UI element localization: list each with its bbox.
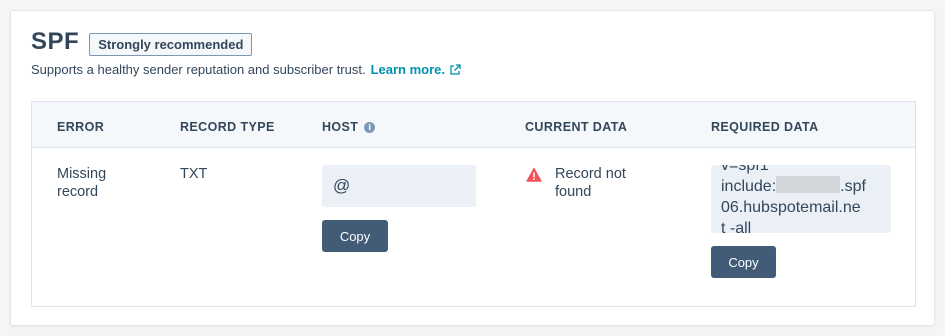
required-data-field[interactable]: v=spf1 include: .spf 06.hubspotemail.ne t… — [711, 165, 891, 233]
subtitle: Supports a healthy sender reputation and… — [31, 62, 461, 77]
info-icon[interactable]: i — [364, 121, 376, 133]
subtitle-text: Supports a healthy sender reputation and… — [31, 62, 366, 77]
required-data-line1: include: .spf — [721, 176, 881, 197]
host-copy-button[interactable]: Copy — [322, 220, 388, 252]
spf-card: SPF Strongly recommended Supports a heal… — [10, 10, 935, 326]
required-data-text: v=spf1 include: .spf 06.hubspotemail.ne t… — [721, 165, 881, 233]
required-data-prefix: v=spf1 — [721, 165, 769, 174]
error-cell: Missing record — [57, 166, 107, 200]
dns-records-table: ERROR RECORD TYPE HOST i CURRENT DATA RE… — [31, 101, 916, 307]
required-data-line3: t -all — [721, 220, 752, 233]
column-header-record-type: RECORD TYPE — [180, 120, 275, 134]
required-include: include: — [721, 178, 777, 195]
column-header-required-data: REQUIRED DATA — [711, 120, 819, 134]
column-header-current-data: CURRENT DATA — [525, 120, 628, 134]
redacted-value — [776, 176, 841, 193]
host-header-label: HOST — [322, 120, 359, 134]
required-spf-suffix: .spf — [840, 178, 866, 195]
recommended-badge: Strongly recommended — [89, 32, 253, 56]
external-link-icon[interactable] — [449, 63, 461, 76]
required-data-copy-button[interactable]: Copy — [711, 246, 776, 278]
column-header-error: ERROR — [57, 120, 105, 134]
required-data-line2: 06.hubspotemail.ne — [721, 199, 861, 216]
warning-icon — [526, 167, 542, 182]
column-header-host: HOST i — [322, 120, 376, 134]
title-row: SPF Strongly recommended — [31, 28, 253, 56]
table-header: ERROR RECORD TYPE HOST i CURRENT DATA RE… — [32, 102, 915, 148]
host-value-field[interactable]: @ — [322, 165, 476, 207]
learn-more-link[interactable]: Learn more. — [371, 62, 445, 77]
record-type-cell: TXT — [180, 166, 208, 182]
current-data-cell: Record not found — [555, 166, 626, 200]
section-title: SPF — [31, 28, 80, 55]
